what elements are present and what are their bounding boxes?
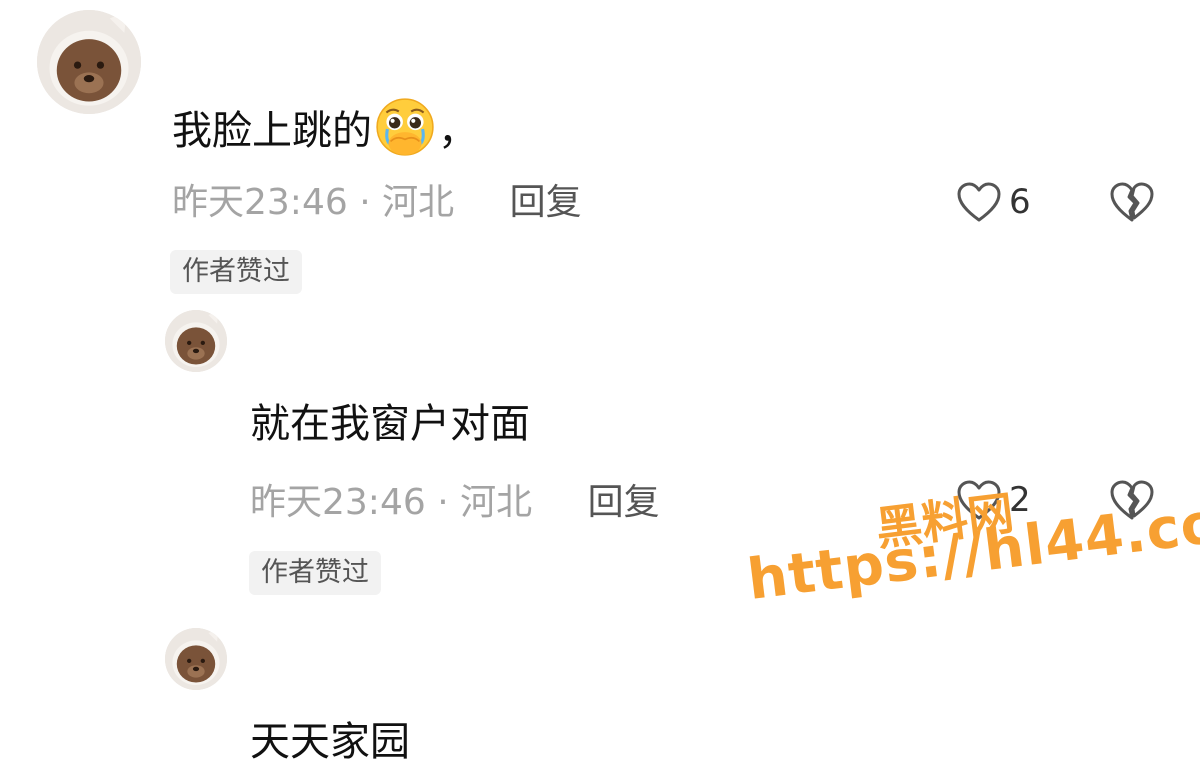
reply-button[interactable]: 回复 xyxy=(510,182,582,223)
comment-text: 我脸上跳的 ， xyxy=(172,96,478,158)
reply-time: 昨天23:46 xyxy=(250,482,426,523)
meta-dot: · xyxy=(437,482,449,523)
pleading-crying-face-emoji-icon xyxy=(374,96,436,158)
teddy-bear-avatar-icon xyxy=(165,310,227,372)
reply-meta: 昨天23:46 · 河北 回复 xyxy=(250,481,660,525)
meta-dot: · xyxy=(359,182,371,223)
broken-heart-icon xyxy=(1110,182,1154,222)
like-count: 6 xyxy=(1009,182,1031,222)
reply-avatar[interactable] xyxy=(165,628,227,690)
teddy-bear-avatar-icon xyxy=(37,10,141,114)
reply-avatar[interactable] xyxy=(165,310,227,372)
comment-time: 昨天23:46 xyxy=(172,182,348,223)
author-liked-badge: 作者赞过 xyxy=(170,250,302,294)
reply-button[interactable]: 回复 xyxy=(588,482,660,523)
author-liked-badge: 作者赞过 xyxy=(249,551,381,595)
like-button[interactable]: 6 xyxy=(955,180,1031,224)
user-avatar[interactable] xyxy=(37,10,141,114)
comment-meta: 昨天23:46 · 河北 回复 xyxy=(172,181,582,225)
teddy-bear-avatar-icon xyxy=(165,628,227,690)
comment-location: 河北 xyxy=(382,182,455,223)
reply-location: 河北 xyxy=(460,482,533,523)
reply-text: 天天家园 xyxy=(250,719,410,765)
reply-text: 就在我窗户对面 xyxy=(250,401,530,447)
dislike-button[interactable] xyxy=(1108,180,1156,224)
heart-outline-icon xyxy=(957,182,1001,222)
